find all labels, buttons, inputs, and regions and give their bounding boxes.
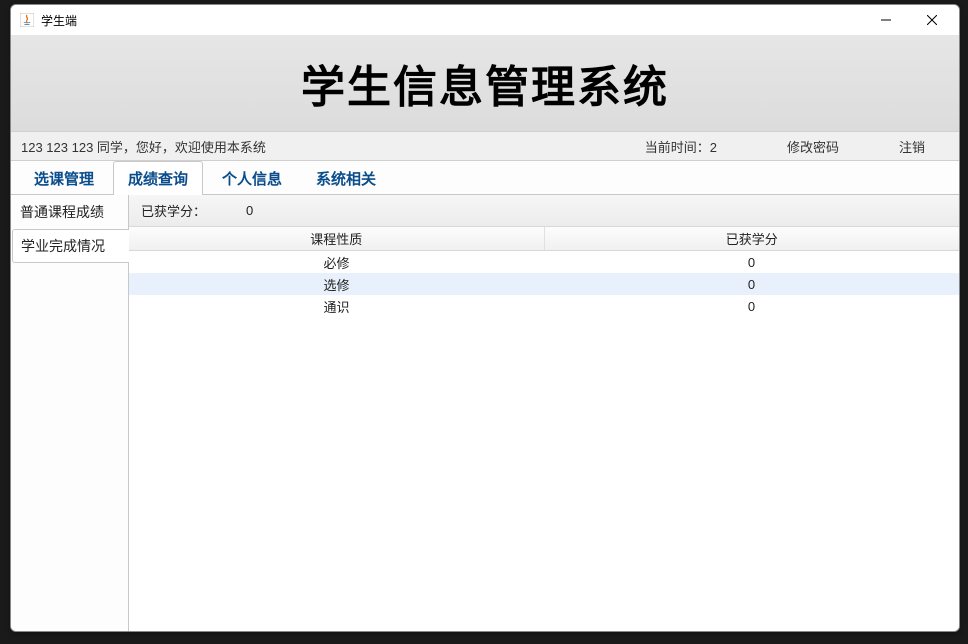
sub-tabs: 普通课程成绩 学业完成情况	[11, 195, 129, 631]
cell-course-type: 通识	[129, 295, 544, 317]
table-row[interactable]: 必修 0	[129, 251, 959, 273]
table-row[interactable]: 选修 0	[129, 273, 959, 295]
tab-personal-info[interactable]: 个人信息	[207, 161, 297, 195]
main-tabs: 选课管理 成绩查询 个人信息 系统相关	[11, 161, 959, 195]
table-row[interactable]: 通识 0	[129, 295, 959, 317]
current-time: 当前时间：2	[645, 137, 757, 156]
credit-summary: 已获学分： 0	[129, 195, 959, 227]
close-button[interactable]	[909, 5, 955, 35]
change-password-button[interactable]: 修改密码	[757, 132, 869, 160]
minimize-button[interactable]	[863, 5, 909, 35]
col-earned-credits[interactable]: 已获学分	[545, 227, 960, 250]
content-area: 普通课程成绩 学业完成情况 已获学分： 0 课程性质 已获学分 必修 0 选修	[11, 195, 959, 631]
tab-system[interactable]: 系统相关	[301, 161, 391, 195]
logout-button[interactable]: 注销	[869, 132, 955, 160]
titlebar: 学生端	[11, 5, 959, 35]
credits-table: 课程性质 已获学分 必修 0 选修 0 通识 0	[129, 227, 959, 631]
banner: 学生信息管理系统	[11, 35, 959, 131]
app-window: 学生端 学生信息管理系统 123 123 123 同学，您好，欢迎使用本系统 当…	[10, 4, 960, 632]
subtab-course-grades[interactable]: 普通课程成绩	[11, 195, 128, 229]
cell-course-type: 必修	[129, 251, 544, 273]
welcome-text: 123 123 123 同学，您好，欢迎使用本系统	[15, 137, 266, 156]
cell-credits: 0	[544, 251, 959, 273]
table-header: 课程性质 已获学分	[129, 227, 959, 251]
main-panel: 已获学分： 0 课程性质 已获学分 必修 0 选修 0 通识 0	[129, 195, 959, 631]
info-bar: 123 123 123 同学，您好，欢迎使用本系统 当前时间：2 修改密码 注销	[11, 131, 959, 161]
cell-credits: 0	[544, 273, 959, 295]
tab-course-selection[interactable]: 选课管理	[19, 161, 109, 195]
credit-value: 0	[246, 203, 253, 218]
java-app-icon	[19, 12, 35, 28]
col-course-type[interactable]: 课程性质	[129, 227, 545, 250]
cell-course-type: 选修	[129, 273, 544, 295]
credit-label: 已获学分：	[141, 201, 206, 220]
subtab-completion-status[interactable]: 学业完成情况	[12, 229, 129, 263]
tab-grade-query[interactable]: 成绩查询	[113, 161, 203, 195]
cell-credits: 0	[544, 295, 959, 317]
window-title: 学生端	[41, 12, 77, 29]
app-title: 学生信息管理系统	[301, 51, 669, 115]
